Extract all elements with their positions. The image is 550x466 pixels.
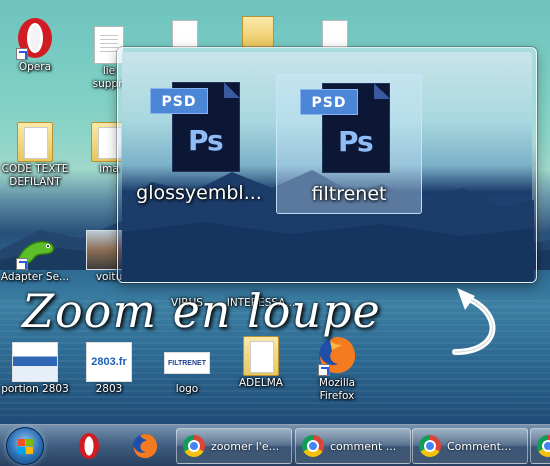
desktop-icon-label: ADELMA — [239, 377, 283, 389]
shortcut-arrow-icon — [16, 258, 28, 270]
psd-file-icon: PSD Ps — [150, 82, 248, 174]
partial-doc-icon — [172, 20, 198, 48]
desktop-icon-label: CODE TEXTE DEFILANT — [1, 163, 69, 188]
desktop-icon-label: Opera — [18, 61, 52, 73]
chrome-icon — [302, 435, 324, 457]
firefox-icon — [133, 434, 158, 459]
folder-icon — [10, 116, 60, 162]
taskbar-window-label: zoomer l'e... — [211, 439, 280, 453]
thumbnail-text: 2803.fr — [91, 356, 127, 368]
taskbar-window-button[interactable]: comment ... — [295, 428, 411, 464]
chrome-icon — [419, 435, 441, 457]
desktop-icon-label: portion 2803 — [1, 383, 69, 395]
taskbar-window-button[interactable] — [530, 428, 550, 464]
shortcut-arrow-icon — [318, 364, 330, 376]
zoom-file-label: filtrenet — [311, 183, 387, 205]
thumbnail-text: FILTRENET — [168, 359, 206, 367]
desktop: Opera CODE TEXTE DEFILANT Adapter Se... … — [0, 0, 550, 424]
image-thumbnail-icon: FILTRENET — [162, 336, 212, 382]
gecko-icon — [10, 224, 60, 270]
ps-logo: Ps — [188, 124, 224, 157]
taskbar-pin-firefox[interactable] — [122, 428, 168, 464]
zoom-file-filtrenet[interactable]: PSD Ps filtrenet — [276, 74, 422, 214]
desktop-icon-label: Mozilla Firefox — [318, 377, 356, 402]
desktop-icon-2803[interactable]: 2803.fr 2803 — [70, 336, 148, 396]
desktop-icon-code-texte[interactable]: CODE TEXTE DEFILANT — [0, 116, 74, 189]
partial-folder-icon — [242, 16, 274, 48]
desktop-icon-label: logo — [175, 383, 199, 395]
psd-tag: PSD — [300, 89, 358, 115]
curved-arrow-icon — [452, 288, 496, 355]
desktop-icon-portion[interactable]: portion 2803 — [0, 336, 74, 396]
desktop-icon-opera[interactable]: Opera — [0, 14, 74, 74]
taskbar-window-label: Comment... — [447, 439, 512, 453]
image-thumbnail-icon — [10, 336, 60, 382]
ps-logo: Ps — [338, 125, 374, 158]
chrome-icon — [183, 435, 205, 457]
desktop-icon-firefox[interactable]: Mozilla Firefox — [298, 330, 376, 403]
opera-icon — [79, 433, 99, 459]
psd-tag: PSD — [150, 88, 208, 114]
desktop-icon-label: 2803 — [95, 383, 123, 395]
taskbar-pin-opera[interactable] — [66, 428, 112, 464]
psd-file-icon: PSD Ps — [300, 83, 398, 175]
opera-icon — [10, 14, 60, 60]
desktop-icon-label: Adapter Se... — [0, 271, 70, 283]
windows-logo-icon — [18, 439, 34, 455]
desktop-icon-adapter[interactable]: Adapter Se... — [0, 224, 74, 284]
caption-text: Zoom en loupe — [22, 284, 381, 338]
taskbar: zoomer l'e... comment ... Comment... — [0, 424, 550, 466]
shortcut-arrow-icon — [16, 48, 28, 60]
desktop-icon-logo[interactable]: FILTRENET logo — [148, 336, 226, 396]
desktop-icon-adelma[interactable]: ADELMA — [222, 330, 300, 390]
zoom-preview-window: PSD Ps glossyembl... PSD Ps filtrenet — [117, 47, 537, 283]
image-thumbnail-icon: 2803.fr — [84, 336, 134, 382]
chrome-icon — [537, 435, 550, 457]
zoom-preview-backdrop: PSD Ps glossyembl... PSD Ps filtrenet — [122, 52, 534, 282]
taskbar-window-button[interactable]: zoomer l'e... — [176, 428, 292, 464]
partial-doc-icon — [322, 20, 348, 48]
taskbar-window-label: comment ... — [330, 439, 397, 453]
zoom-file-label: glossyembl... — [136, 182, 262, 204]
start-button[interactable] — [6, 427, 44, 465]
zoom-file-glossyemblem[interactable]: PSD Ps glossyembl... — [126, 74, 272, 214]
taskbar-window-button[interactable]: Comment... — [412, 428, 528, 464]
